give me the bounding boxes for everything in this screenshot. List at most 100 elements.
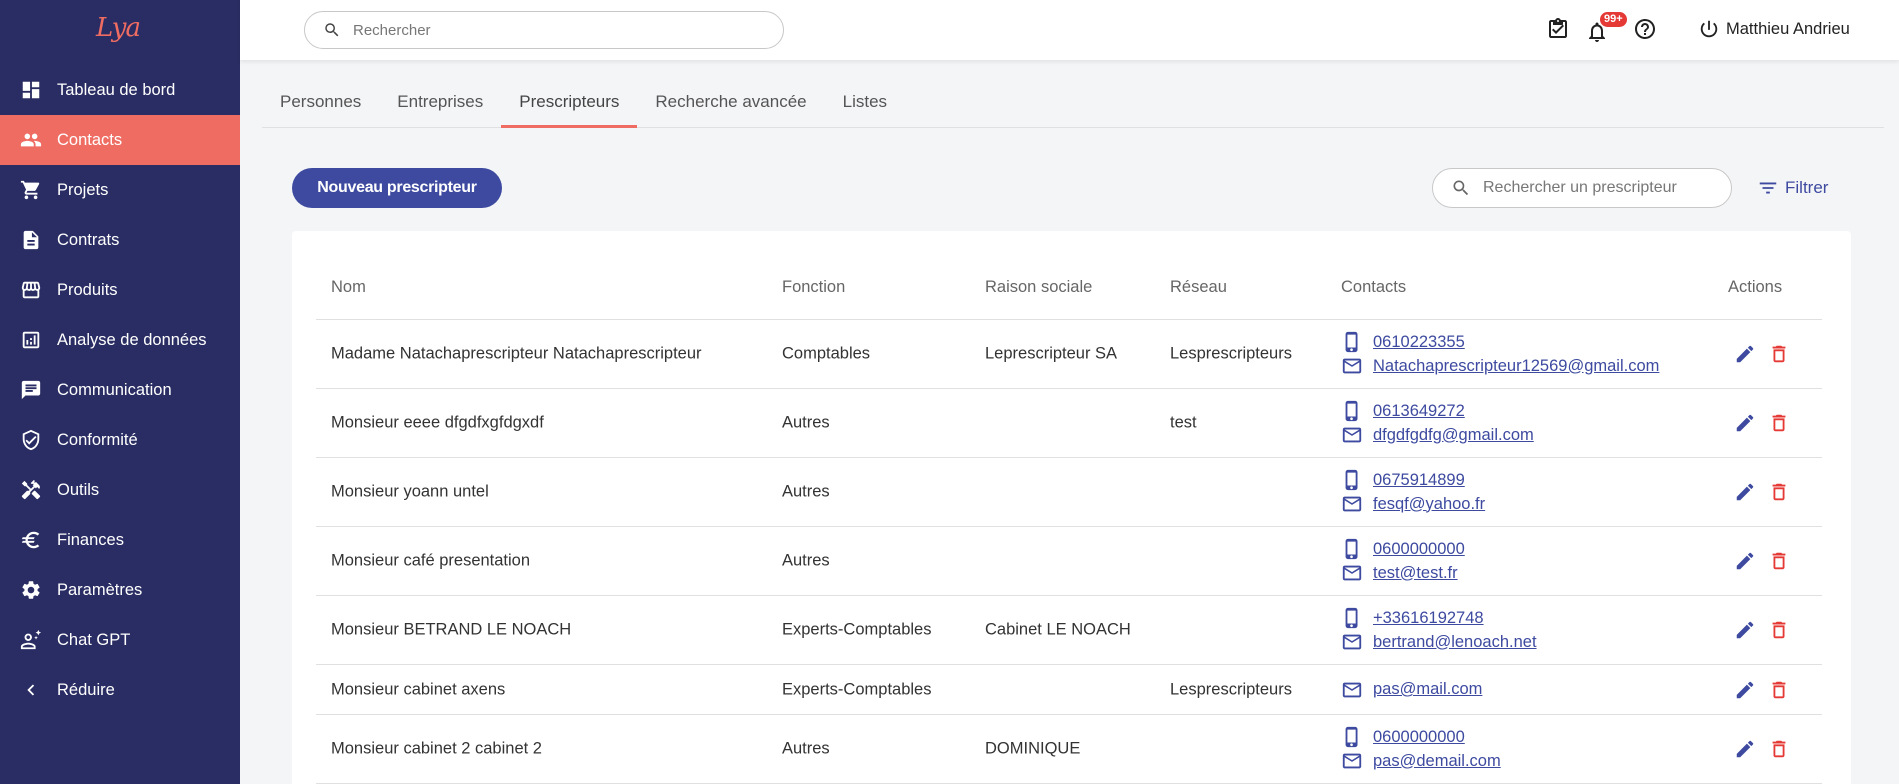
tab-personnes[interactable]: Personnes — [262, 81, 379, 123]
phone-link[interactable]: 0613649272 — [1373, 402, 1465, 421]
sidebar-item-tableau-de-bord[interactable]: Tableau de bord — [0, 65, 240, 115]
sidebar-item-chat-gpt[interactable]: Chat GPT — [0, 615, 240, 665]
mail-icon — [1342, 753, 1362, 769]
email-link[interactable]: bertrand@lenoach.net — [1373, 633, 1537, 652]
delete-icon[interactable] — [1768, 619, 1790, 641]
sidebar-item-label: Contrats — [57, 230, 120, 249]
cell-fonction: Autres — [782, 739, 830, 758]
phone-link[interactable]: 0610223355 — [1373, 333, 1465, 352]
tools-icon — [20, 479, 42, 501]
delete-icon[interactable] — [1768, 343, 1790, 365]
table-row[interactable]: Monsieur eeee dfgdfxgfdgxdf Autres test 061… — [316, 389, 1822, 458]
delete-icon[interactable] — [1768, 738, 1790, 760]
table-body: Madame Natachaprescripteur Natachaprescr… — [316, 320, 1822, 784]
table-row[interactable]: Monsieur café presentation Autres 06000000… — [316, 527, 1822, 596]
edit-icon[interactable] — [1734, 738, 1756, 760]
header-raison-sociale[interactable]: Raison sociale — [985, 278, 1092, 297]
tab-listes[interactable]: Listes — [825, 81, 905, 123]
app-logo[interactable]: Lya — [0, 0, 240, 56]
sidebar-item-label: Réduire — [57, 680, 115, 699]
global-search-input[interactable] — [353, 21, 753, 39]
phone-link[interactable]: +33616192748 — [1373, 609, 1484, 628]
power-icon — [1700, 20, 1718, 38]
sidebar-item-contacts[interactable]: Contacts — [0, 115, 240, 165]
sidebar-item-reduire[interactable]: Réduire — [0, 665, 240, 715]
sidebar-item-analyse-de-donnees[interactable]: Analyse de données — [0, 315, 240, 365]
edit-icon[interactable] — [1734, 412, 1756, 434]
table-row[interactable]: Madame Natachaprescripteur Natachaprescr… — [316, 320, 1822, 389]
sidebar-item-label: Analyse de données — [57, 330, 207, 349]
edit-icon[interactable] — [1734, 481, 1756, 503]
header-nom[interactable]: Nom — [331, 278, 366, 297]
phone-link[interactable]: 0600000000 — [1373, 540, 1465, 559]
person-sparkle-icon — [20, 629, 42, 651]
prescriber-search-input[interactable] — [1483, 179, 1723, 197]
people-icon — [20, 129, 42, 151]
cell-raison-sociale: DOMINIQUE — [985, 739, 1081, 758]
table-row[interactable]: Monsieur cabinet 2 cabinet 2 Autres DOMINI… — [316, 715, 1822, 784]
sidebar-item-communication[interactable]: Communication — [0, 365, 240, 415]
email-link[interactable]: dfgdfgdfg@gmail.com — [1373, 426, 1534, 445]
email-contact: fesqf@yahoo.fr — [1341, 492, 1485, 516]
table-row[interactable]: Monsieur BETRAND LE NOACH Experts-Comptab… — [316, 596, 1822, 665]
topbar: 99+ Matthieu Andrieu — [240, 0, 1899, 60]
help-icon[interactable] — [1633, 17, 1657, 41]
phone-link[interactable]: 0600000000 — [1373, 728, 1465, 747]
cell-contacts: 0600000000 pas@demail.com — [1341, 725, 1501, 773]
sidebar-item-parametres[interactable]: Paramètres — [0, 565, 240, 615]
tab-entreprises[interactable]: Entreprises — [379, 81, 501, 123]
cell-actions — [1734, 619, 1802, 641]
mail-icon — [1342, 427, 1362, 443]
header-fonction[interactable]: Fonction — [782, 278, 845, 297]
sidebar-item-label: Contacts — [57, 130, 123, 149]
cell-fonction: Autres — [782, 551, 830, 570]
email-link[interactable]: pas@mail.com — [1373, 680, 1482, 699]
cell-contacts: 0600000000 test@test.fr — [1341, 537, 1465, 585]
edit-icon[interactable] — [1734, 679, 1756, 701]
table-row[interactable]: Monsieur yoann untel Autres 0675914899 fesq… — [316, 458, 1822, 527]
sidebar-item-finances[interactable]: Finances — [0, 515, 240, 565]
task-check-icon[interactable] — [1546, 17, 1570, 41]
new-prescriber-button[interactable]: Nouveau prescripteur — [292, 168, 502, 208]
delete-icon[interactable] — [1768, 550, 1790, 572]
phone-icon — [1345, 331, 1358, 353]
cell-fonction: Experts-Comptables — [782, 680, 932, 698]
tab-recherche-avancee[interactable]: Recherche avancée — [637, 81, 824, 123]
tab-prescripteurs[interactable]: Prescripteurs — [501, 81, 638, 128]
sidebar-item-label: Paramètres — [57, 580, 143, 599]
email-contact: pas@mail.com — [1341, 678, 1482, 702]
prescribers-card: Nom Fonction Raison sociale Réseau Conta… — [292, 231, 1851, 784]
email-link[interactable]: fesqf@yahoo.fr — [1373, 495, 1485, 514]
email-link[interactable]: pas@demail.com — [1373, 752, 1501, 771]
chevron-left-icon — [20, 679, 42, 701]
cell-nom: Monsieur café presentation — [331, 551, 531, 570]
edit-icon[interactable] — [1734, 343, 1756, 365]
sidebar-item-outils[interactable]: Outils — [0, 465, 240, 515]
email-contact: Natachaprescripteur12569@gmail.com — [1341, 354, 1659, 378]
email-link[interactable]: test@test.fr — [1373, 564, 1458, 583]
filter-button[interactable]: Filtrer — [1757, 177, 1828, 199]
sidebar-item-projets[interactable]: Projets — [0, 165, 240, 215]
notification-badge: 99+ — [1600, 12, 1627, 27]
sidebar-item-conformite[interactable]: Conformité — [0, 415, 240, 465]
edit-icon[interactable] — [1734, 619, 1756, 641]
delete-icon[interactable] — [1768, 481, 1790, 503]
phone-contact: +33616192748 — [1341, 606, 1537, 630]
email-link[interactable]: Natachaprescripteur12569@gmail.com — [1373, 357, 1659, 376]
cell-fonction: Experts-Comptables — [782, 620, 932, 639]
filter-label: Filtrer — [1785, 178, 1829, 197]
delete-icon[interactable] — [1768, 679, 1790, 701]
logo-text: Lya — [96, 13, 141, 43]
header-reseau[interactable]: Réseau — [1170, 278, 1227, 297]
sidebar-item-contrats[interactable]: Contrats — [0, 215, 240, 265]
cell-nom: Monsieur eeee dfgdfxgfdgxdf — [331, 413, 544, 432]
edit-icon[interactable] — [1734, 550, 1756, 572]
cell-contacts: 0613649272 dfgdfgdfg@gmail.com — [1341, 399, 1534, 447]
phone-link[interactable]: 0675914899 — [1373, 471, 1465, 490]
cell-nom: Monsieur yoann untel — [331, 482, 489, 501]
delete-icon[interactable] — [1768, 412, 1790, 434]
mail-icon — [1342, 634, 1362, 650]
user-menu[interactable]: Matthieu Andrieu — [1698, 18, 1850, 40]
sidebar-item-produits[interactable]: Produits — [0, 265, 240, 315]
table-row[interactable]: Monsieur cabinet axens Experts-Comptables… — [316, 665, 1822, 715]
